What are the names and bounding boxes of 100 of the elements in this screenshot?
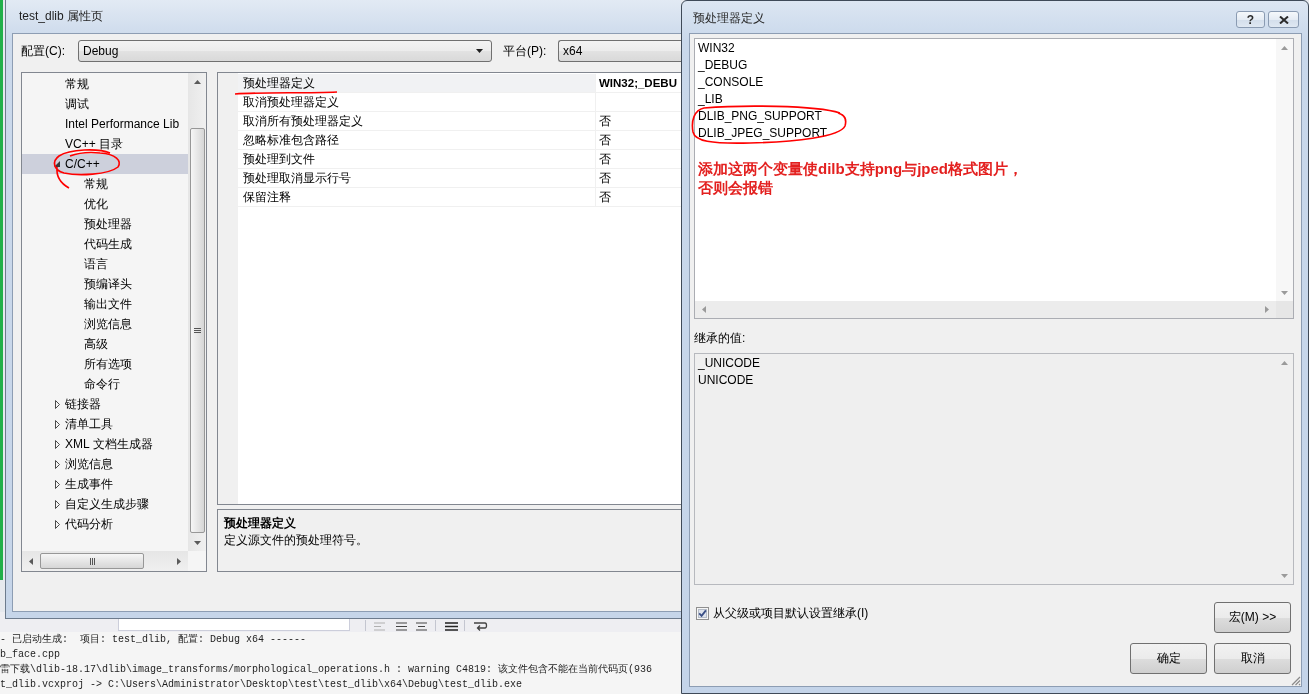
scroll-down-arrow-icon[interactable] bbox=[193, 540, 201, 545]
output-source-field[interactable] bbox=[118, 619, 350, 631]
lines-icon[interactable] bbox=[445, 622, 458, 631]
property-row[interactable]: 预处理器定义 WIN32;_DEBU bbox=[238, 74, 681, 93]
inherited-value-line: _UNICODE bbox=[698, 355, 760, 372]
expand-arrow-icon[interactable] bbox=[54, 479, 60, 489]
property-row[interactable]: 取消所有预处理器定义 否 bbox=[238, 112, 681, 131]
property-name: 预处理到文件 bbox=[238, 150, 596, 168]
wrap-arrow-icon[interactable] bbox=[474, 622, 488, 631]
property-name: 取消预处理器定义 bbox=[238, 93, 596, 111]
definition-line: _DEBUG bbox=[698, 57, 748, 74]
property-value: 否 bbox=[598, 133, 612, 148]
help-button[interactable]: ? bbox=[1236, 11, 1265, 28]
expand-arrow-icon[interactable] bbox=[54, 399, 60, 409]
tree-item[interactable]: 预编译头 bbox=[22, 274, 188, 294]
tree-item[interactable]: 链接器 bbox=[22, 394, 188, 414]
scroll-up-arrow-icon[interactable] bbox=[193, 79, 201, 84]
caret-icon bbox=[476, 49, 483, 53]
tree-item[interactable]: 浏览信息 bbox=[22, 454, 188, 474]
tree-item[interactable]: 生成事件 bbox=[22, 474, 188, 494]
property-value: 否 bbox=[598, 171, 612, 186]
expand-arrow-icon[interactable] bbox=[54, 519, 60, 529]
scrollbar-thumb[interactable] bbox=[189, 128, 205, 533]
tree-item[interactable]: 代码生成 bbox=[22, 234, 188, 254]
inherited-values-label: 继承的值: bbox=[694, 330, 746, 347]
grip-icon bbox=[193, 328, 201, 333]
tree-item[interactable]: 常规 bbox=[22, 174, 188, 194]
definition-line: WIN32 bbox=[698, 40, 735, 57]
tree-item[interactable]: 常规 bbox=[22, 74, 188, 94]
ok-button[interactable]: 确定 bbox=[1130, 643, 1207, 674]
definition-line: _CONSOLE bbox=[698, 74, 764, 91]
property-name: 预处理器定义 bbox=[238, 74, 596, 92]
scroll-left-arrow-icon[interactable] bbox=[29, 557, 33, 565]
close-button[interactable] bbox=[1268, 11, 1299, 28]
lines-icon[interactable] bbox=[416, 622, 427, 631]
property-row[interactable]: 预处理取消显示行号 否 bbox=[238, 169, 681, 188]
output-line: t_dlib.vcxproj -> C:\Users\Administrator\Desktop\test\test_dlib\x64\Debug\test_dlib.exe bbox=[0, 678, 523, 692]
macro-button[interactable]: 宏(M) >> bbox=[1214, 602, 1291, 633]
definition-line: DLIB_PNG_SUPPORT bbox=[698, 108, 822, 125]
configuration-label: 配置(C): bbox=[21, 43, 66, 59]
resize-grip-icon[interactable] bbox=[1291, 676, 1301, 686]
tree-item[interactable]: 所有选项 bbox=[22, 354, 188, 374]
property-row[interactable]: 忽略标准包含路径 否 bbox=[238, 131, 681, 150]
output-line: - 已启动生成: 项目: test_dlib, 配置: Debug x64 ------ bbox=[0, 632, 307, 647]
definition-line: DLIB_JPEG_SUPPORT bbox=[698, 125, 828, 142]
grip-icon bbox=[89, 557, 95, 565]
window-title: test_dlib 属性页 bbox=[19, 9, 104, 24]
platform-dropdown[interactable]: x64 bbox=[558, 40, 681, 62]
scroll-up-arrow-icon[interactable] bbox=[1281, 45, 1288, 50]
dialog-title: 预处理器定义 bbox=[693, 11, 765, 26]
collapse-arrow-icon[interactable] bbox=[54, 161, 60, 167]
property-value: 否 bbox=[598, 152, 612, 167]
horizontal-scrollbar[interactable] bbox=[22, 551, 188, 571]
tree-item[interactable]: Intel Performance Lib bbox=[22, 114, 188, 134]
tree-item[interactable]: 浏览信息 bbox=[22, 314, 188, 334]
property-value: 否 bbox=[598, 190, 612, 205]
description-title: 预处理器定义 bbox=[224, 515, 296, 532]
lines-icon[interactable] bbox=[396, 622, 407, 631]
scroll-right-arrow-icon[interactable] bbox=[177, 557, 181, 565]
output-line: b_face.cpp bbox=[0, 648, 60, 662]
scrollbar-thumb[interactable] bbox=[40, 553, 144, 569]
tree-item[interactable]: 高级 bbox=[22, 334, 188, 354]
tree-item[interactable]: 语言 bbox=[22, 254, 188, 274]
configuration-dropdown[interactable]: Debug bbox=[78, 40, 492, 62]
property-value: 否 bbox=[598, 114, 612, 129]
expand-arrow-icon[interactable] bbox=[54, 499, 60, 509]
property-row[interactable]: 预处理到文件 否 bbox=[238, 150, 681, 169]
expand-arrow-icon[interactable] bbox=[54, 419, 60, 429]
property-name: 预处理取消显示行号 bbox=[238, 169, 596, 187]
tree-item[interactable]: VC++ 目录 bbox=[22, 134, 188, 154]
expand-arrow-icon[interactable] bbox=[54, 439, 60, 449]
property-name: 取消所有预处理器定义 bbox=[238, 112, 596, 130]
definition-line: _LIB bbox=[698, 91, 723, 108]
scrollbar-corner bbox=[1276, 301, 1293, 318]
tree-item[interactable]: 优化 bbox=[22, 194, 188, 214]
tree-item[interactable]: 调试 bbox=[22, 94, 188, 114]
tree-item[interactable]: 代码分析 bbox=[22, 514, 188, 534]
inherited-value-line: UNICODE bbox=[698, 372, 754, 389]
tree-item[interactable]: 预处理器 bbox=[22, 214, 188, 234]
tree-item[interactable]: 清单工具 bbox=[22, 414, 188, 434]
vertical-scrollbar[interactable] bbox=[188, 73, 206, 551]
close-icon bbox=[1278, 15, 1289, 24]
tree-item[interactable]: 命令行 bbox=[22, 374, 188, 394]
definitions-field[interactable]: WIN32 _DEBUG _CONSOLE _LIB DLIB_PNG_SUPPORT DLIB_JPEG_SUPPORT 添加这两个变量使dilb支持png与jped格式图片， 否则会报错 bbox=[694, 38, 1294, 319]
checkbox[interactable] bbox=[696, 607, 709, 620]
scroll-down-arrow-icon[interactable] bbox=[1281, 290, 1288, 295]
tree-item[interactable]: 输出文件 bbox=[22, 294, 188, 314]
tree-item[interactable]: C/C++ bbox=[22, 154, 188, 174]
property-value: WIN32;_DEBU bbox=[598, 76, 678, 91]
checkbox-label[interactable]: 从父级或项目默认设置继承(I) bbox=[713, 605, 869, 622]
annotation-note: 添加这两个变量使dilb支持png与jped格式图片， 否则会报错 bbox=[698, 159, 1023, 197]
property-name: 忽略标准包含路径 bbox=[238, 131, 596, 149]
vertical-scrollbar[interactable] bbox=[1276, 39, 1293, 301]
tree-item[interactable]: 自定义生成步骤 bbox=[22, 494, 188, 514]
output-line: 雷下载\dlib-18.17\dlib\image_transforms/morphological_operations.h : warning C4819: 该文件包含不能在当前代码页(936 bbox=[0, 662, 653, 677]
tree-item[interactable]: XML 文档生成器 bbox=[22, 434, 188, 454]
cancel-button[interactable]: 取消 bbox=[1214, 643, 1291, 674]
expand-arrow-icon[interactable] bbox=[54, 459, 60, 469]
property-row[interactable]: 取消预处理器定义 bbox=[238, 93, 681, 112]
property-row[interactable]: 保留注释 否 bbox=[238, 188, 681, 207]
